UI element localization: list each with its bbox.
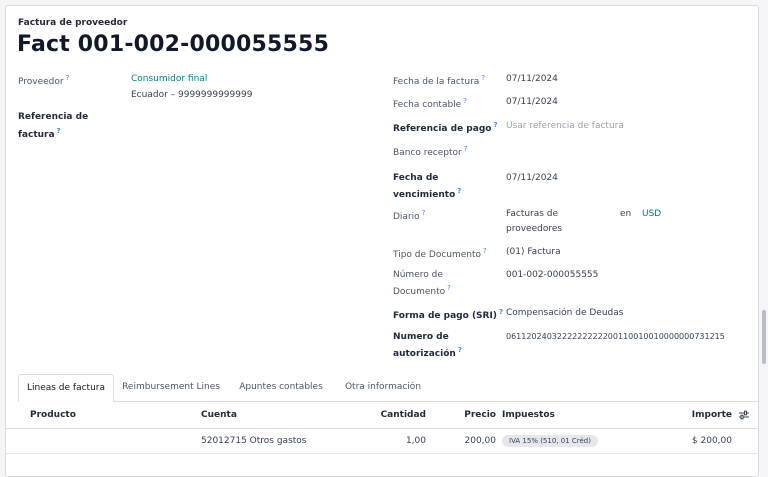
column-precio[interactable]: Precio: [446, 410, 496, 420]
tab-lineas-factura[interactable]: Lineas de factura: [18, 374, 114, 402]
help-icon[interactable]: ?: [57, 127, 61, 135]
fecha-contable-label: Fecha contable?: [393, 97, 467, 110]
forma-pago-field[interactable]: Compensación de Deudas: [506, 308, 623, 318]
diario-field-2: proveedores: [506, 224, 563, 234]
cell-cuenta[interactable]: 52012715 Otros gastos: [201, 436, 306, 446]
help-icon[interactable]: ?: [463, 97, 467, 105]
tab-reimbursement-lines[interactable]: Reimbursement Lines: [114, 374, 228, 400]
page-title: Fact 001-002-000055555: [17, 32, 330, 57]
proveedor-label: Proveedor?: [18, 74, 70, 87]
help-icon[interactable]: ?: [481, 74, 485, 82]
notebook-tabs: Lineas de factura Reimbursement Lines Ap…: [18, 374, 758, 402]
numero-autorizacion-label: Numero de: [393, 332, 449, 342]
help-icon[interactable]: ?: [422, 209, 426, 217]
table-row[interactable]: 52012715 Otros gastos 1,00 200,00 $ 200,…: [6, 429, 758, 454]
column-importe[interactable]: Importe: [666, 410, 732, 420]
help-icon[interactable]: ?: [457, 187, 461, 195]
scrollbar[interactable]: [762, 310, 766, 364]
vencimiento-label-2: vencimiento?: [393, 187, 462, 200]
column-cuenta[interactable]: Cuenta: [201, 410, 237, 420]
forma-pago-label: Forma de pago (SRI)?: [393, 308, 503, 321]
sliders-icon[interactable]: [739, 410, 749, 420]
referencia-factura-label-2: factura?: [18, 127, 61, 140]
help-icon[interactable]: ?: [464, 145, 468, 153]
tab-apuntes-contables[interactable]: Apuntes contables: [230, 374, 332, 400]
numero-documento-label: Número de: [393, 270, 443, 280]
numero-autorizacion-field[interactable]: 0611202403222222222200110010010000000731…: [506, 332, 750, 341]
referencia-factura-label: Referencia de: [18, 112, 89, 122]
help-icon[interactable]: ?: [493, 121, 497, 129]
help-icon[interactable]: ?: [447, 284, 451, 292]
help-icon[interactable]: ?: [499, 308, 503, 316]
help-icon[interactable]: ?: [66, 74, 70, 82]
proveedor-address: Ecuador – 9999999999999: [131, 90, 253, 100]
vencimiento-label: Fecha de: [393, 173, 439, 183]
referencia-pago-input[interactable]: Usar referencia de factura: [506, 121, 624, 131]
numero-autorizacion-label-2: autorización?: [393, 346, 462, 359]
column-impuestos[interactable]: Impuestos: [502, 410, 555, 420]
column-cantidad[interactable]: Cantidad: [366, 410, 426, 420]
fecha-factura-label: Fecha de la factura?: [393, 74, 486, 87]
banco-receptor-label: Banco receptor?: [393, 145, 468, 158]
proveedor-field[interactable]: Consumidor final: [131, 74, 207, 84]
fecha-contable-field[interactable]: 07/11/2024: [506, 97, 558, 107]
vencimiento-field[interactable]: 07/11/2024: [506, 173, 558, 183]
tipo-documento-label: Tipo de Documento?: [393, 247, 487, 260]
vendor-bill-form: Factura de proveedor Fact 001-002-000055…: [5, 5, 759, 477]
tab-otra-informacion[interactable]: Otra información: [334, 374, 432, 400]
referencia-pago-label: Referencia de pago?: [393, 121, 498, 134]
help-icon[interactable]: ?: [458, 346, 462, 354]
diario-label: Diario?: [393, 209, 426, 222]
cell-precio[interactable]: 200,00: [446, 436, 497, 446]
tipo-documento-field[interactable]: (01) Factura: [506, 247, 561, 257]
column-producto[interactable]: Producto: [30, 410, 76, 420]
currency-field[interactable]: USD: [642, 209, 661, 219]
record-type-label: Factura de proveedor: [18, 18, 128, 28]
invoice-lines-header: Producto Cuenta Cantidad Precio Impuesto…: [6, 402, 758, 429]
cell-importe: $ 200,00: [691, 436, 732, 446]
numero-documento-field[interactable]: 001-002-000055555: [506, 270, 598, 280]
cell-cantidad[interactable]: 1,00: [366, 436, 426, 446]
fecha-factura-field[interactable]: 07/11/2024: [506, 74, 558, 84]
diario-field[interactable]: Facturas de: [506, 209, 558, 219]
tax-badge[interactable]: IVA 15% (510, 01 Créd): [502, 435, 598, 447]
diario-en-text: en: [620, 209, 632, 219]
help-icon[interactable]: ?: [483, 247, 487, 255]
numero-documento-label-2: Documento?: [393, 284, 451, 297]
